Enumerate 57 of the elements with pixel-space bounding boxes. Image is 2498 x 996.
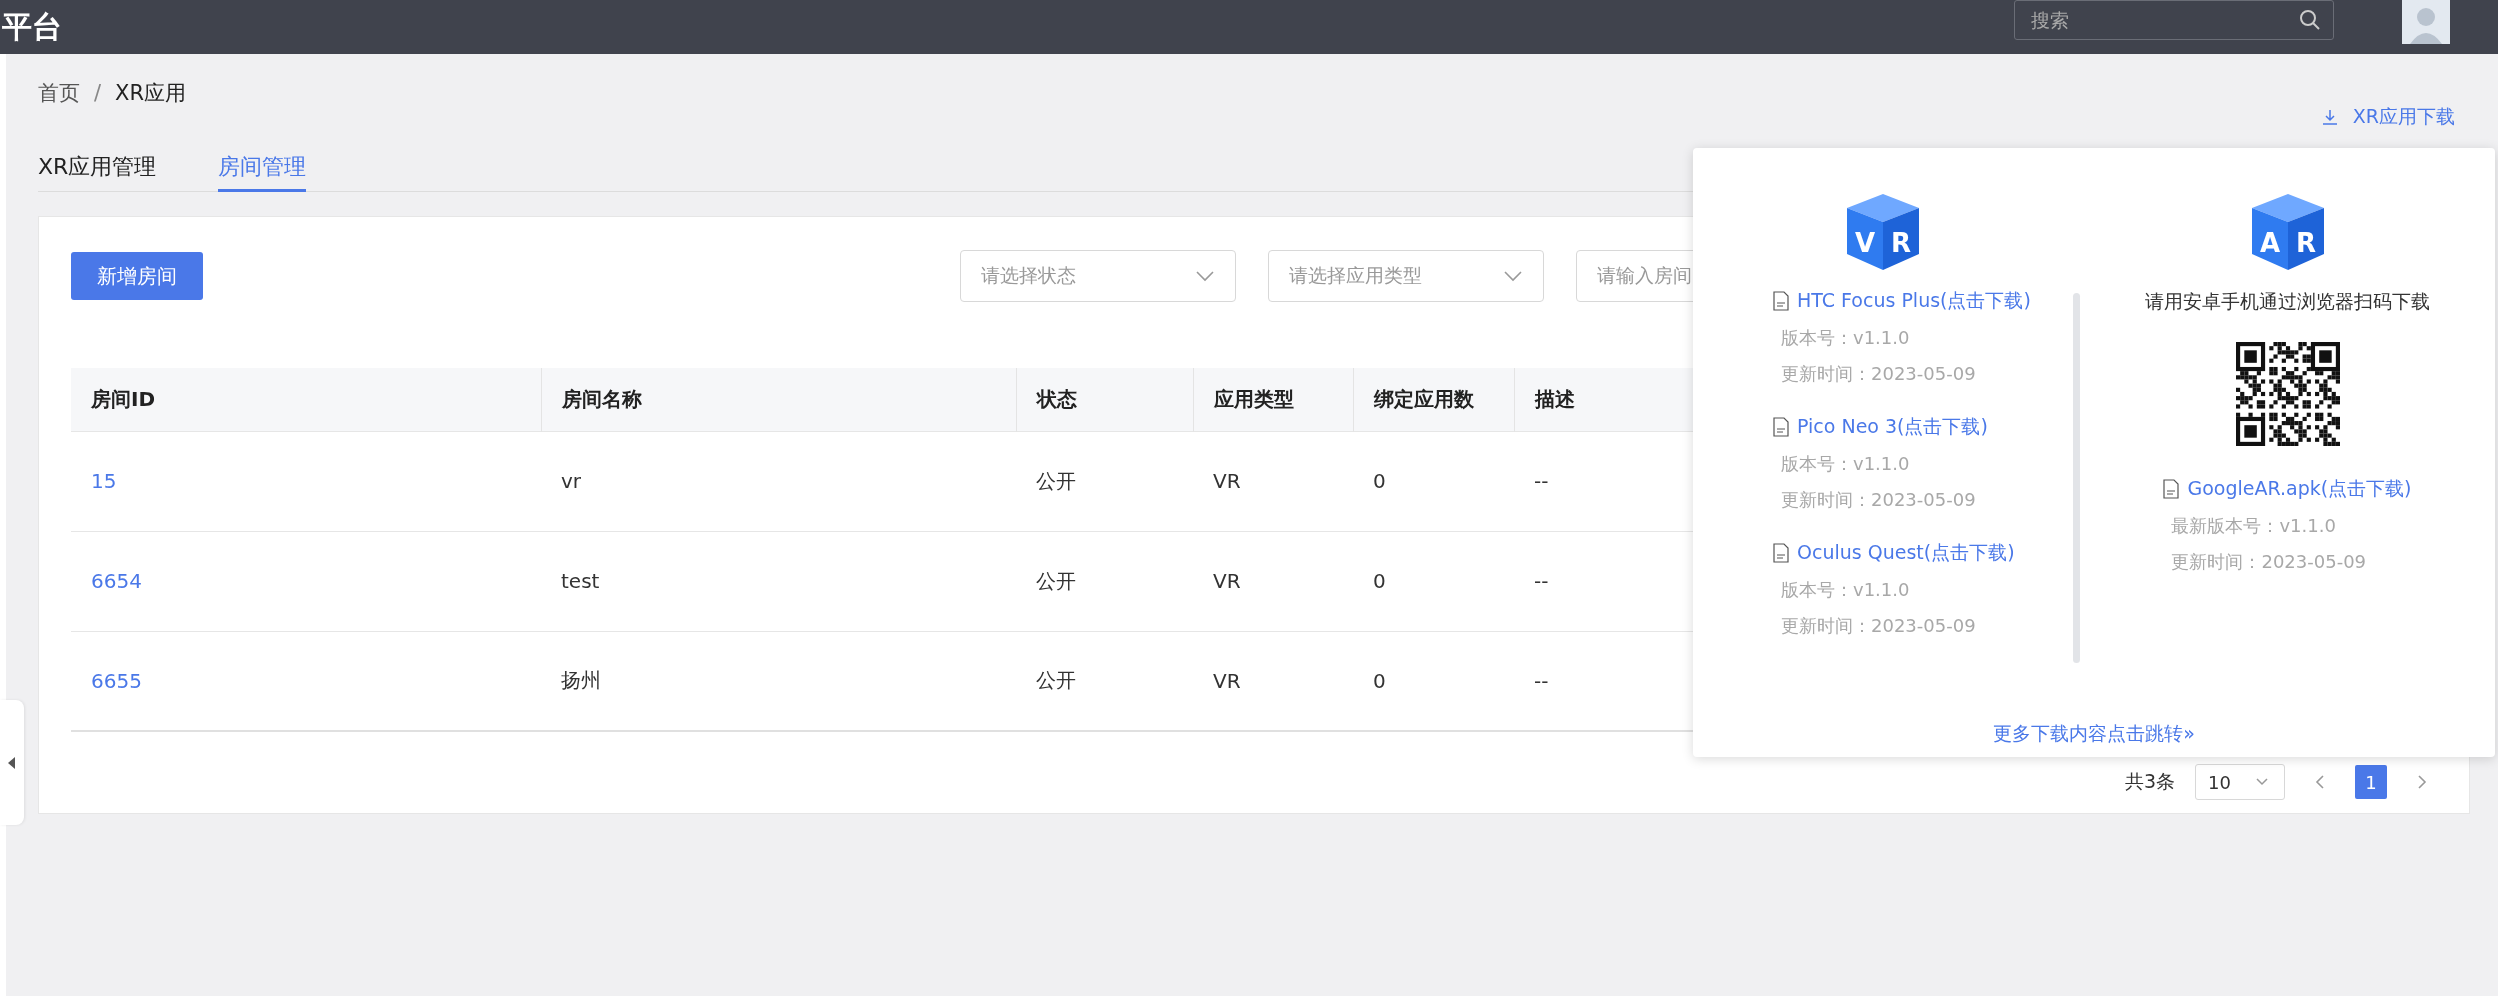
table-cell: 公开	[1016, 631, 1193, 731]
search-field[interactable]: 搜索	[2014, 0, 2334, 40]
version-text: 版本号：v1.1.0	[1781, 578, 1911, 602]
column-header: 房间ID	[71, 368, 541, 431]
table-cell: 公开	[1016, 431, 1193, 531]
select-field[interactable]: 请选择应用类型	[1268, 250, 1544, 302]
caret-left-icon	[8, 756, 16, 769]
table-cell: VR	[1193, 631, 1353, 731]
room-id-link[interactable]: 6654	[91, 569, 142, 593]
version-text: 版本号：v1.1.0	[1781, 452, 1911, 476]
column-header: 绑定应用数	[1353, 368, 1514, 431]
file-icon	[1773, 417, 1789, 437]
table-cell: 0	[1353, 431, 1514, 531]
download-link[interactable]: HTC Focus Plus(点击下载)	[1773, 288, 2031, 314]
table-cell: 0	[1353, 531, 1514, 631]
breadcrumb-separator: /	[94, 81, 102, 105]
chevron-left-icon	[2314, 774, 2326, 790]
download-link[interactable]: GoogleAR.apk(点击下载)	[2163, 475, 2412, 502]
column-header: 状态	[1016, 368, 1193, 431]
table-cell: 扬州	[541, 631, 1016, 731]
file-icon	[1773, 543, 1789, 563]
page-number[interactable]: 1	[2355, 765, 2387, 799]
table-cell: 公开	[1016, 531, 1193, 631]
update-date-text: 更新时间：2023-05-09	[2171, 549, 2368, 574]
room-id-link[interactable]: 15	[91, 469, 117, 493]
table-cell: test	[541, 531, 1016, 631]
sidebar-toggle[interactable]	[0, 700, 24, 825]
instruction-text: 请用安卓手机通过浏览器扫码下载	[2145, 289, 2430, 314]
update-date-text: 更新时间：2023-05-09	[1781, 488, 1977, 512]
breadcrumb-item[interactable]: 首页	[38, 79, 80, 107]
table-cell: vr	[541, 431, 1016, 531]
add-room-button[interactable]: 新增房间	[71, 252, 203, 300]
file-icon	[2163, 478, 2180, 499]
file-icon	[1773, 291, 1789, 311]
download-link[interactable]: Oculus Quest(点击下载)	[1773, 540, 2031, 566]
chevron-down-icon	[1503, 270, 1523, 282]
avatar-icon[interactable]	[2402, 0, 2450, 44]
search-icon	[2298, 8, 2322, 32]
tab[interactable]: 房间管理	[218, 152, 307, 192]
column-header: 应用类型	[1193, 368, 1353, 431]
total-count: 共3条	[2124, 769, 2175, 794]
table-cell: VR	[1193, 531, 1353, 631]
download-link[interactable]: XR应用下载	[2320, 104, 2455, 130]
chevron-down-icon	[1195, 270, 1215, 282]
scrollbar[interactable]	[2073, 293, 2080, 663]
column-header: 房间名称	[541, 368, 1016, 431]
breadcrumb-item: XR应用	[115, 80, 187, 107]
table-cell: 0	[1353, 631, 1514, 731]
select-field[interactable]: 请选择状态	[960, 250, 1236, 302]
tab[interactable]: XR应用管理	[38, 152, 157, 192]
page-size-select[interactable]: 10	[2195, 764, 2285, 800]
table-cell: VR	[1193, 431, 1353, 531]
download-icon	[2320, 108, 2339, 126]
brand-title: 平台	[2, 7, 62, 46]
version-text: 版本号：v1.1.0	[1781, 326, 1911, 350]
room-id-link[interactable]: 6655	[91, 668, 142, 693]
chevron-right-icon	[2416, 774, 2428, 790]
